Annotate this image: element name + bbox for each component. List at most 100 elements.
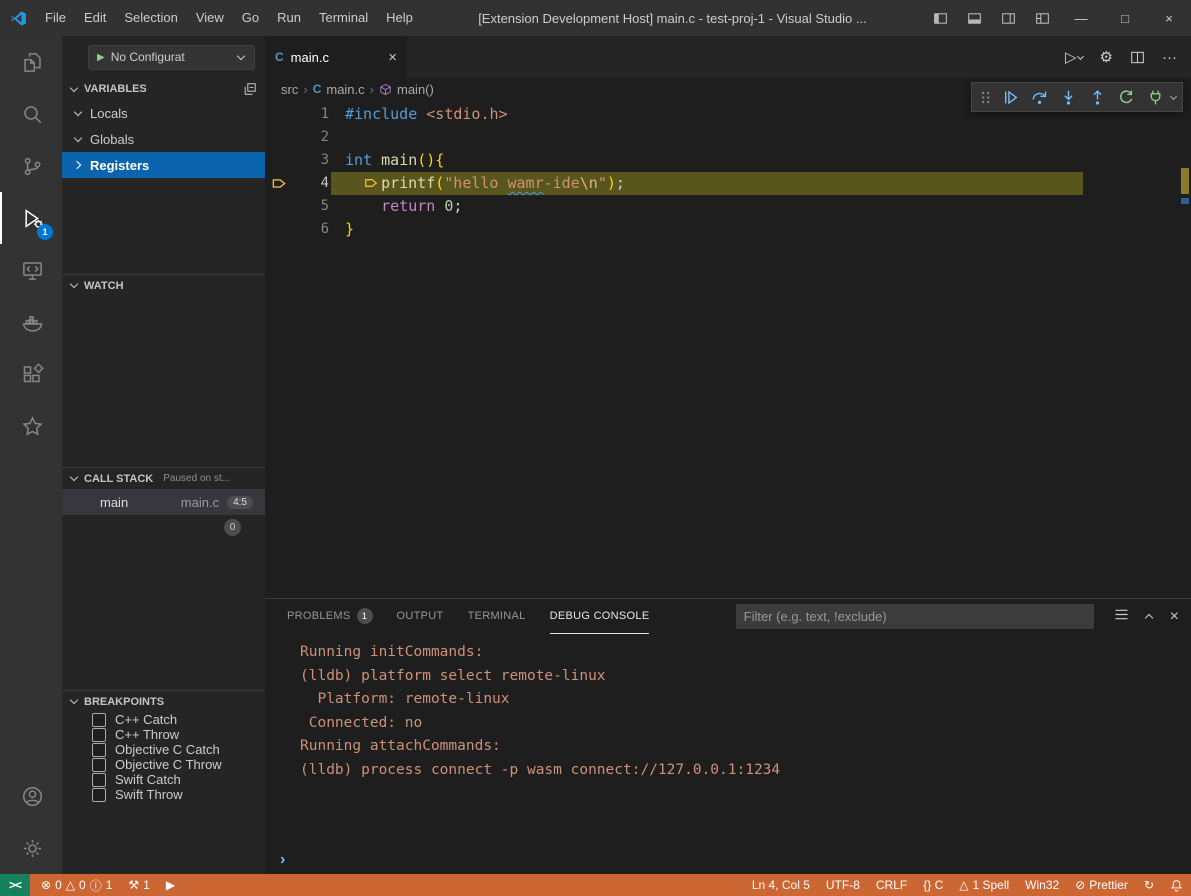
spell-indicator[interactable]: △1 Spell bbox=[951, 874, 1017, 896]
gutter-line-4[interactable]: 4 bbox=[265, 172, 329, 195]
breadcrumb-folder[interactable]: src bbox=[281, 82, 298, 97]
code-editor[interactable]: 1#include <stdio.h>23int main(){4 printf… bbox=[265, 100, 1191, 598]
activity-settings[interactable] bbox=[0, 822, 62, 874]
breakpoint-item[interactable]: Swift Throw bbox=[62, 787, 265, 802]
panel-tab-problems[interactable]: PROBLEMS1 bbox=[287, 599, 373, 634]
toggle-secondary-sidebar-icon[interactable] bbox=[991, 0, 1025, 36]
console-filter-input[interactable] bbox=[736, 604, 1094, 629]
problems-indicator[interactable]: ⊗0 △0 ⓘ1 bbox=[33, 874, 120, 896]
call-stack-section-header[interactable]: CALL STACK Paused on st... bbox=[62, 467, 265, 489]
activity-docker[interactable] bbox=[0, 296, 62, 348]
line-col-indicator[interactable]: Ln 4, Col 5 bbox=[744, 874, 818, 896]
editor-actions: ▷ ⚙ ··· bbox=[1065, 36, 1191, 78]
continue-button[interactable] bbox=[997, 84, 1023, 110]
maximize-button[interactable]: □ bbox=[1103, 0, 1147, 36]
drag-grip-icon[interactable] bbox=[978, 84, 994, 110]
step-over-button[interactable] bbox=[1026, 84, 1052, 110]
breakpoint-item[interactable]: C++ Throw bbox=[62, 727, 265, 742]
breakpoint-checkbox[interactable] bbox=[92, 728, 106, 742]
debug-config-dropdown[interactable]: ▶ No Configurat bbox=[88, 45, 255, 70]
activity-run-and-debug[interactable]: 1 bbox=[0, 192, 62, 244]
sync-indicator[interactable]: ↻ bbox=[1136, 874, 1162, 896]
tools-indicator[interactable]: ⚒1 bbox=[120, 874, 157, 896]
collapse-all-icon[interactable] bbox=[243, 82, 257, 96]
menu-run[interactable]: Run bbox=[268, 0, 310, 36]
console-input-prompt[interactable]: › bbox=[280, 851, 285, 869]
debug-console-output[interactable]: Running initCommands:(lldb) platform sel… bbox=[265, 634, 1191, 874]
breakpoint-item[interactable]: C++ Catch bbox=[62, 712, 265, 727]
split-editor-icon[interactable] bbox=[1130, 50, 1145, 65]
menu-terminal[interactable]: Terminal bbox=[310, 0, 377, 36]
activity-search[interactable] bbox=[0, 88, 62, 140]
notifications-indicator[interactable] bbox=[1162, 874, 1191, 896]
close-tab-icon[interactable]: × bbox=[388, 49, 397, 66]
settings-gear-icon[interactable]: ⚙ bbox=[1100, 48, 1113, 66]
breakpoints-section-header[interactable]: BREAKPOINTS bbox=[62, 690, 265, 712]
breadcrumb-file[interactable]: main.c bbox=[326, 82, 364, 97]
panel-tab-output[interactable]: OUTPUT bbox=[397, 599, 444, 634]
minimize-button[interactable]: — bbox=[1059, 0, 1103, 36]
maximize-panel-icon[interactable] bbox=[1145, 612, 1154, 621]
platform-indicator[interactable]: Win32 bbox=[1017, 874, 1067, 896]
debug-indicator[interactable]: ▶ bbox=[158, 874, 183, 896]
call-stack-frame[interactable]: main main.c 4:5 bbox=[62, 489, 265, 515]
toggle-panel-icon[interactable] bbox=[957, 0, 991, 36]
source-control-icon bbox=[21, 155, 44, 178]
prettier-indicator[interactable]: ⊘Prettier bbox=[1067, 874, 1136, 896]
eol-indicator[interactable]: CRLF bbox=[868, 874, 915, 896]
menu-edit[interactable]: Edit bbox=[75, 0, 115, 36]
gutter-line-3[interactable]: 3 bbox=[265, 149, 329, 172]
menu-go[interactable]: Go bbox=[233, 0, 268, 36]
restart-button[interactable] bbox=[1113, 84, 1139, 110]
breakpoint-item[interactable]: Objective C Throw bbox=[62, 757, 265, 772]
toggle-sidebar-icon[interactable] bbox=[923, 0, 957, 36]
breadcrumb-symbol[interactable]: main() bbox=[397, 82, 434, 97]
customize-layout-icon[interactable] bbox=[1025, 0, 1059, 36]
step-into-button[interactable] bbox=[1055, 84, 1081, 110]
info-icon: ⓘ bbox=[90, 877, 102, 894]
more-actions-icon[interactable]: ··· bbox=[1162, 49, 1177, 66]
watch-section-header[interactable]: WATCH bbox=[62, 274, 265, 296]
language-indicator[interactable]: {} C bbox=[915, 874, 951, 896]
close-window-button[interactable]: × bbox=[1147, 0, 1191, 36]
tab-label: main.c bbox=[291, 50, 329, 65]
tab-main-c[interactable]: C main.c × bbox=[265, 36, 407, 78]
activity-source-control[interactable] bbox=[0, 140, 62, 192]
variables-item-registers[interactable]: Registers bbox=[62, 152, 265, 178]
panel-tab-terminal[interactable]: TERMINAL bbox=[468, 599, 526, 634]
breakpoint-checkbox[interactable] bbox=[92, 713, 106, 727]
activity-favorites[interactable] bbox=[0, 400, 62, 452]
variables-section-header[interactable]: VARIABLES bbox=[62, 78, 265, 100]
breakpoint-checkbox[interactable] bbox=[92, 773, 106, 787]
breakpoint-checkbox[interactable] bbox=[92, 788, 106, 802]
gutter-line-6[interactable]: 6 bbox=[265, 218, 329, 241]
activity-accounts[interactable] bbox=[0, 770, 62, 822]
breakpoint-checkbox[interactable] bbox=[92, 743, 106, 757]
gutter-line-2[interactable]: 2 bbox=[265, 126, 329, 149]
menu-selection[interactable]: Selection bbox=[115, 0, 186, 36]
overview-ruler[interactable] bbox=[1179, 100, 1191, 598]
chevron-down-icon[interactable] bbox=[1170, 94, 1176, 100]
run-or-debug-button[interactable]: ▷ bbox=[1065, 48, 1083, 66]
step-out-button[interactable] bbox=[1084, 84, 1110, 110]
breakpoint-checkbox[interactable] bbox=[92, 758, 106, 772]
activity-explorer[interactable] bbox=[0, 36, 62, 88]
start-debug-icon[interactable]: ▶ bbox=[97, 52, 105, 63]
gutter-line-1[interactable]: 1 bbox=[265, 103, 329, 126]
output-actions-icon[interactable] bbox=[1114, 608, 1129, 626]
breakpoint-item[interactable]: Swift Catch bbox=[62, 772, 265, 787]
gutter-line-5[interactable]: 5 bbox=[265, 195, 329, 218]
variables-item-globals[interactable]: Globals bbox=[62, 126, 265, 152]
disconnect-button[interactable] bbox=[1142, 84, 1168, 110]
breakpoint-item[interactable]: Objective C Catch bbox=[62, 742, 265, 757]
menu-file[interactable]: File bbox=[36, 0, 75, 36]
menu-help[interactable]: Help bbox=[377, 0, 422, 36]
activity-remote-explorer[interactable] bbox=[0, 244, 62, 296]
variables-item-locals[interactable]: Locals bbox=[62, 100, 265, 126]
remote-indicator[interactable]: >< bbox=[0, 874, 30, 896]
close-panel-icon[interactable]: × bbox=[1170, 609, 1179, 625]
activity-extensions[interactable] bbox=[0, 348, 62, 400]
panel-tab-debug-console[interactable]: DEBUG CONSOLE bbox=[550, 599, 650, 634]
menu-view[interactable]: View bbox=[187, 0, 233, 36]
encoding-indicator[interactable]: UTF-8 bbox=[818, 874, 868, 896]
